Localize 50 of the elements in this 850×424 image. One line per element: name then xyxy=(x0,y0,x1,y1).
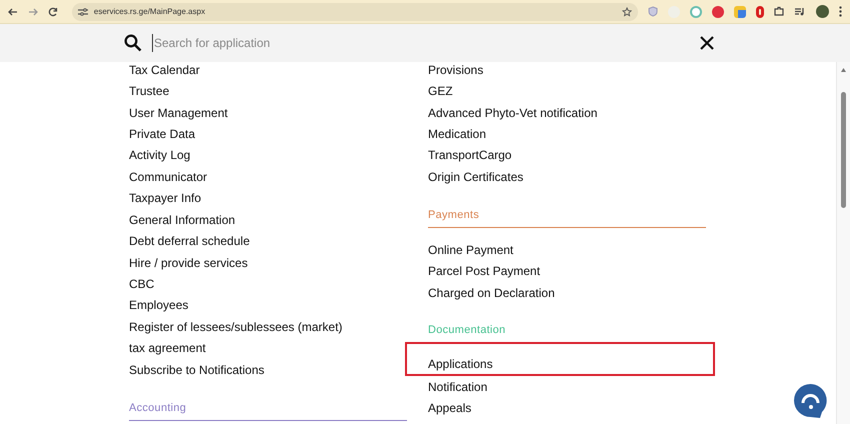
menu-link[interactable]: Hire / provide services xyxy=(129,254,248,272)
menu-icon[interactable] xyxy=(839,6,842,17)
profile-avatar[interactable] xyxy=(816,5,830,18)
menu-link[interactable]: Tax Calendar xyxy=(129,60,200,79)
menu-link[interactable]: Trustee xyxy=(129,82,170,100)
menu-link[interactable]: Advanced Phyto-Vet notification xyxy=(428,104,598,122)
menu-link[interactable]: User Management xyxy=(129,104,228,122)
menu-link[interactable]: tax agreement xyxy=(129,339,206,358)
section-heading: Documentation xyxy=(428,322,706,343)
menu-link[interactable]: Register of lessees/sublessees (market) xyxy=(129,318,342,336)
menu-link[interactable]: Taxpayer Info xyxy=(129,189,202,208)
menu-link[interactable]: CBC xyxy=(129,274,154,293)
menu-link[interactable]: Subscribe to Notifications xyxy=(129,360,264,379)
section-heading: Accounting xyxy=(129,400,407,421)
menu-link[interactable]: General Information xyxy=(129,210,236,229)
scroll-up-icon[interactable] xyxy=(841,68,846,72)
menu-link[interactable]: Private Data xyxy=(129,124,196,143)
extension-icon[interactable] xyxy=(712,6,724,18)
menu-link[interactable]: Provisions xyxy=(428,60,484,79)
menu-link[interactable]: Parcel Post Payment xyxy=(428,262,540,280)
menu-link[interactable]: Notification xyxy=(428,378,488,396)
menu-link[interactable]: Activity Log xyxy=(129,146,190,164)
menu-link[interactable]: Charged on Declaration xyxy=(428,284,555,302)
search-bar[interactable]: Search for application xyxy=(0,24,850,62)
site-settings-icon[interactable] xyxy=(78,8,88,16)
extension-icon[interactable] xyxy=(756,6,764,18)
menu-link[interactable]: GEZ xyxy=(428,82,453,100)
menu-link[interactable]: Medication xyxy=(428,124,486,143)
scrollbar-thumb[interactable] xyxy=(841,92,846,208)
search-field[interactable]: Search for application xyxy=(152,34,700,52)
url-text: eservices.rs.ge/MainPage.aspx xyxy=(94,6,206,18)
menu-link[interactable]: Origin Certificates xyxy=(428,168,524,186)
extension-icon[interactable] xyxy=(734,6,746,18)
close-icon[interactable] xyxy=(700,36,714,50)
media-icon[interactable] xyxy=(795,7,806,16)
section-heading: Payments xyxy=(428,208,706,228)
puzzle-icon[interactable] xyxy=(774,6,786,17)
support-chat-icon[interactable] xyxy=(794,384,827,418)
menu-link[interactable]: TransportCargo xyxy=(428,146,512,164)
menu-link[interactable]: Employees xyxy=(129,296,188,314)
reload-icon[interactable] xyxy=(48,6,58,16)
menu-link[interactable]: Applications xyxy=(428,354,493,372)
search-icon xyxy=(124,34,142,52)
back-icon[interactable] xyxy=(8,6,18,16)
address-bar[interactable]: eservices.rs.ge/MainPage.aspx xyxy=(72,2,638,20)
star-icon[interactable] xyxy=(622,6,632,16)
menu-link[interactable]: Appeals xyxy=(428,398,472,417)
menu-link[interactable]: Debt deferral schedule xyxy=(129,232,250,250)
menu-link[interactable]: Communicator xyxy=(129,168,208,186)
menu-link[interactable]: Online Payment xyxy=(428,240,514,259)
